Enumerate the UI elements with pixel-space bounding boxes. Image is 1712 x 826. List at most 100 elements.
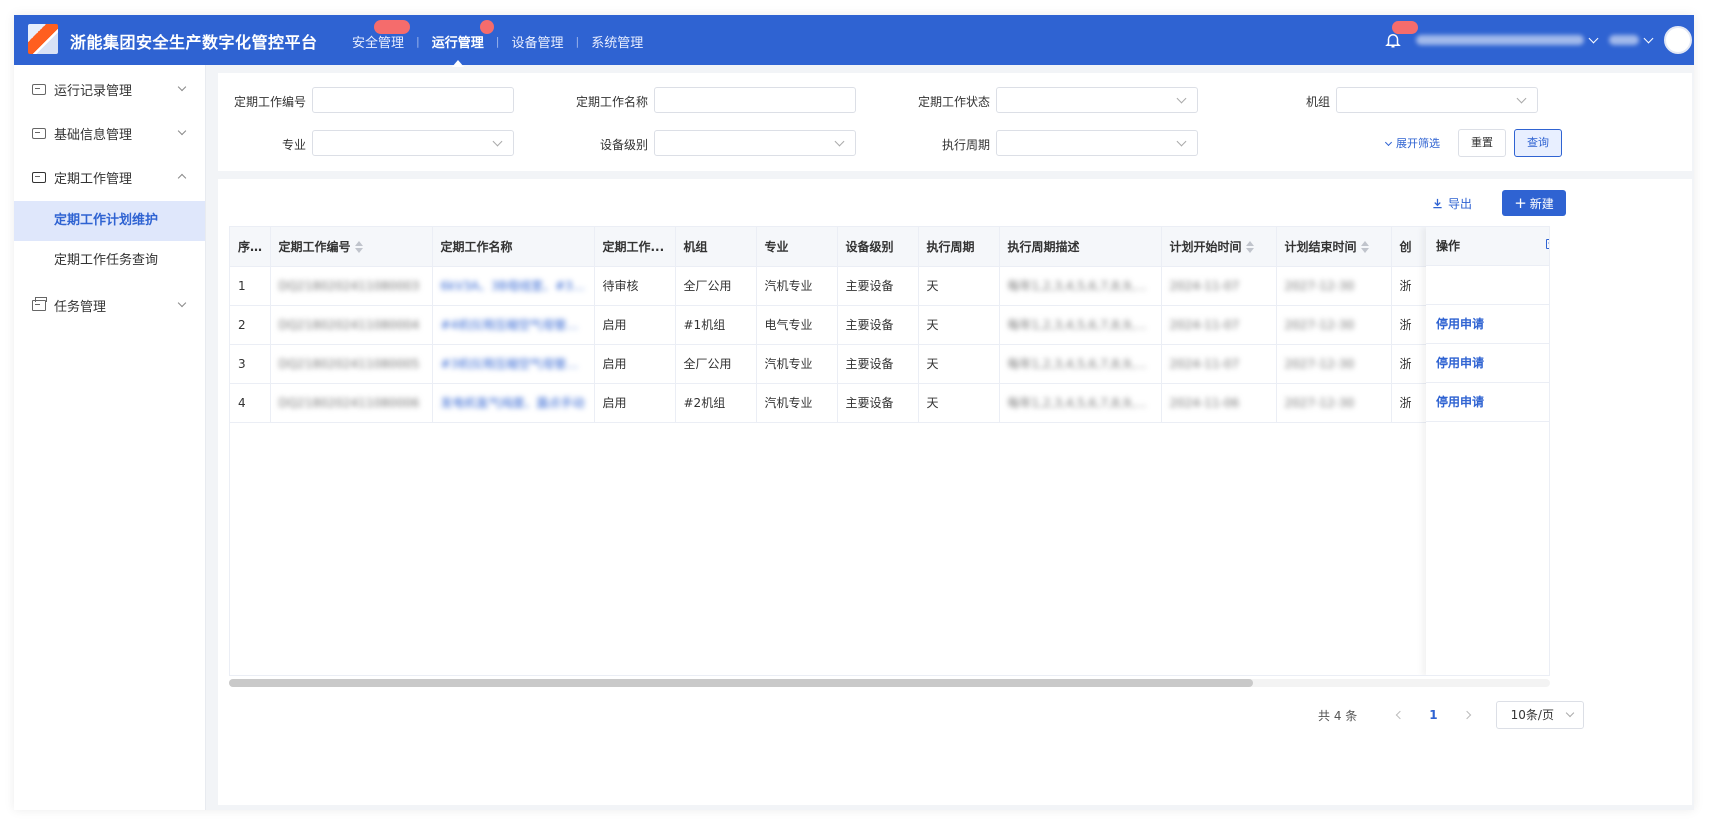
cell-name-link[interactable]: 发电机氢气纯度、露点手动 [432,383,595,423]
logo-icon [28,24,58,54]
cell-status: 待审核 [594,266,676,306]
table-row: 3 DQ2180202411080005 #3机仪用压缩空气母管放水 启用 全厂… [230,344,1501,384]
avatar[interactable] [1664,26,1692,54]
sort-icon[interactable] [1360,241,1369,254]
specialty-select[interactable] [312,130,514,156]
prev-page-icon[interactable] [1396,710,1405,720]
disable-request-button[interactable]: 停用申请 [1426,344,1549,383]
active-indicator-icon [451,60,464,67]
cell-specialty: 汽机专业 [756,344,838,384]
chevron-down-icon[interactable] [1643,33,1654,43]
horizontal-scrollbar[interactable] [229,679,1550,687]
reset-button[interactable]: 重置 [1458,129,1506,157]
code-input[interactable] [312,87,514,113]
cell-cycle-desc: 每年1,2,3,4,5,6,7,8,9,10, [999,266,1162,306]
total-count: 共 4 条 [1318,708,1358,723]
cell-name-link[interactable]: #3机仪用压缩空气母管放水 [432,344,595,384]
chevron-down-icon [177,82,187,92]
chevron-down-icon [177,298,187,308]
pagination: 共 4 条 1 10条/页 [1318,701,1584,729]
col-header-cycle: 执行周期 [918,227,1000,267]
cell-index: 1 [230,266,271,306]
cell-level: 主要设备 [837,383,919,423]
cell-unit: #1机组 [675,305,757,345]
topnav-operation[interactable]: 运行管理 [420,20,496,67]
topnav-system[interactable]: 系统管理 [579,32,655,51]
cell-index: 2 [230,305,271,345]
cell-cycle-desc: 每年1,2,3,4,5,6,7,8,9,10, [999,344,1162,384]
query-button[interactable]: 查询 [1514,129,1562,157]
cell-specialty: 汽机专业 [756,383,838,423]
scrollbar-thumb[interactable] [229,679,1253,687]
sidebar-item-periodic-work[interactable]: 定期工作管理 [14,155,205,199]
operation-column: 操作 停用申请 停用申请 停用申请 [1426,227,1549,675]
cell-cycle: 天 [918,266,1000,306]
top-nav: 安全管理 | 运行管理 | 设备管理 | 系统管理 [340,20,655,67]
sidebar-item-basic-info[interactable]: 基础信息管理 [14,111,205,155]
cell-specialty: 汽机专业 [756,266,838,306]
cell-name-link[interactable]: 6kV3A、3B母线室、#3机组 [432,266,595,306]
data-table: 序号 定期工作编号 定期工作名称 定期工作... 机组 专业 设备级别 执行周期… [229,226,1550,676]
cell-cycle: 天 [918,344,1000,384]
cell-unit: #2机组 [675,383,757,423]
app-window: 浙能集团安全生产数字化管控平台 安全管理 | 运行管理 | 设备管理 | 系统管… [14,15,1694,810]
col-header-operation: 操作 [1426,227,1549,266]
org-selector[interactable] [1416,35,1584,45]
cell-end: 2027-12-30 [1276,266,1392,306]
col-header-code[interactable]: 定期工作编号 [270,227,433,267]
level-select[interactable] [654,130,856,156]
cell-status: 启用 [594,344,676,384]
chevron-down-icon[interactable] [1588,33,1599,43]
cell-code: DQ2180202411080003 [270,266,433,306]
notification-badge [374,20,411,34]
header-right [1384,15,1694,65]
cell-name-link[interactable]: #4机仪用压缩空气母管放水 [432,305,595,345]
disable-request-button[interactable]: 停用申请 [1426,383,1549,422]
cycle-select[interactable] [996,130,1198,156]
expand-filter-link[interactable]: 展开筛选 [1384,135,1440,151]
cell-status: 启用 [594,305,676,345]
cell-cycle: 天 [918,305,1000,345]
cell-end: 2027-12-30 [1276,344,1392,384]
col-header-cycle-desc: 执行周期描述 [999,227,1162,267]
sort-icon[interactable] [1245,241,1254,254]
op-cell-empty [1426,266,1549,305]
export-button[interactable]: 导出 [1432,195,1472,212]
bell-icon[interactable] [1384,21,1418,49]
name-input[interactable] [654,87,856,113]
sort-icon[interactable] [354,241,363,254]
table-header-row: 序号 定期工作编号 定期工作名称 定期工作... 机组 专业 设备级别 执行周期… [230,227,1501,267]
filter-panel: 定期工作编号 定期工作名称 定期工作状态 机组 专业 设备级别 执行周期 展开筛… [218,73,1692,171]
chevron-down-icon [177,126,187,136]
col-header-level: 设备级别 [837,227,919,267]
cell-code: DQ2180202411080004 [270,305,433,345]
cell-start: 2024-11-07 [1161,305,1277,345]
notification-badge [479,20,494,34]
user-name[interactable] [1609,35,1639,45]
column-settings-icon[interactable] [1546,239,1549,249]
cell-status: 启用 [594,383,676,423]
page-size-select[interactable]: 10条/页 [1495,701,1584,729]
new-button[interactable]: + 新建 [1502,190,1566,216]
cell-level: 主要设备 [837,344,919,384]
topnav-equipment[interactable]: 设备管理 [499,32,575,51]
sidebar-subitem-plan-maintenance[interactable]: 定期工作计划维护 [14,201,205,241]
unit-select[interactable] [1336,87,1538,113]
page-number[interactable]: 1 [1429,708,1437,722]
col-header-end[interactable]: 计划结束时间 [1276,227,1392,267]
col-header-start[interactable]: 计划开始时间 [1161,227,1277,267]
col-header-unit: 机组 [675,227,757,267]
sidebar: 运行记录管理 基础信息管理 定期工作管理 定期工作计划维护 定期工作任务查询 任… [14,65,206,810]
filter-label-cycle: 执行周期 [941,138,990,152]
col-header-status: 定期工作... [594,227,676,267]
sidebar-subitem-task-query[interactable]: 定期工作任务查询 [14,241,205,281]
next-page-icon[interactable] [1462,710,1471,720]
disable-request-button[interactable]: 停用申请 [1426,305,1549,344]
sidebar-item-run-records[interactable]: 运行记录管理 [14,67,205,111]
cell-start: 2024-11-07 [1161,266,1277,306]
status-select[interactable] [996,87,1198,113]
record-icon [32,83,46,95]
schedule-icon [32,171,46,183]
sidebar-item-task-management[interactable]: 任务管理 [14,283,205,327]
topnav-safety[interactable]: 安全管理 [340,20,416,51]
